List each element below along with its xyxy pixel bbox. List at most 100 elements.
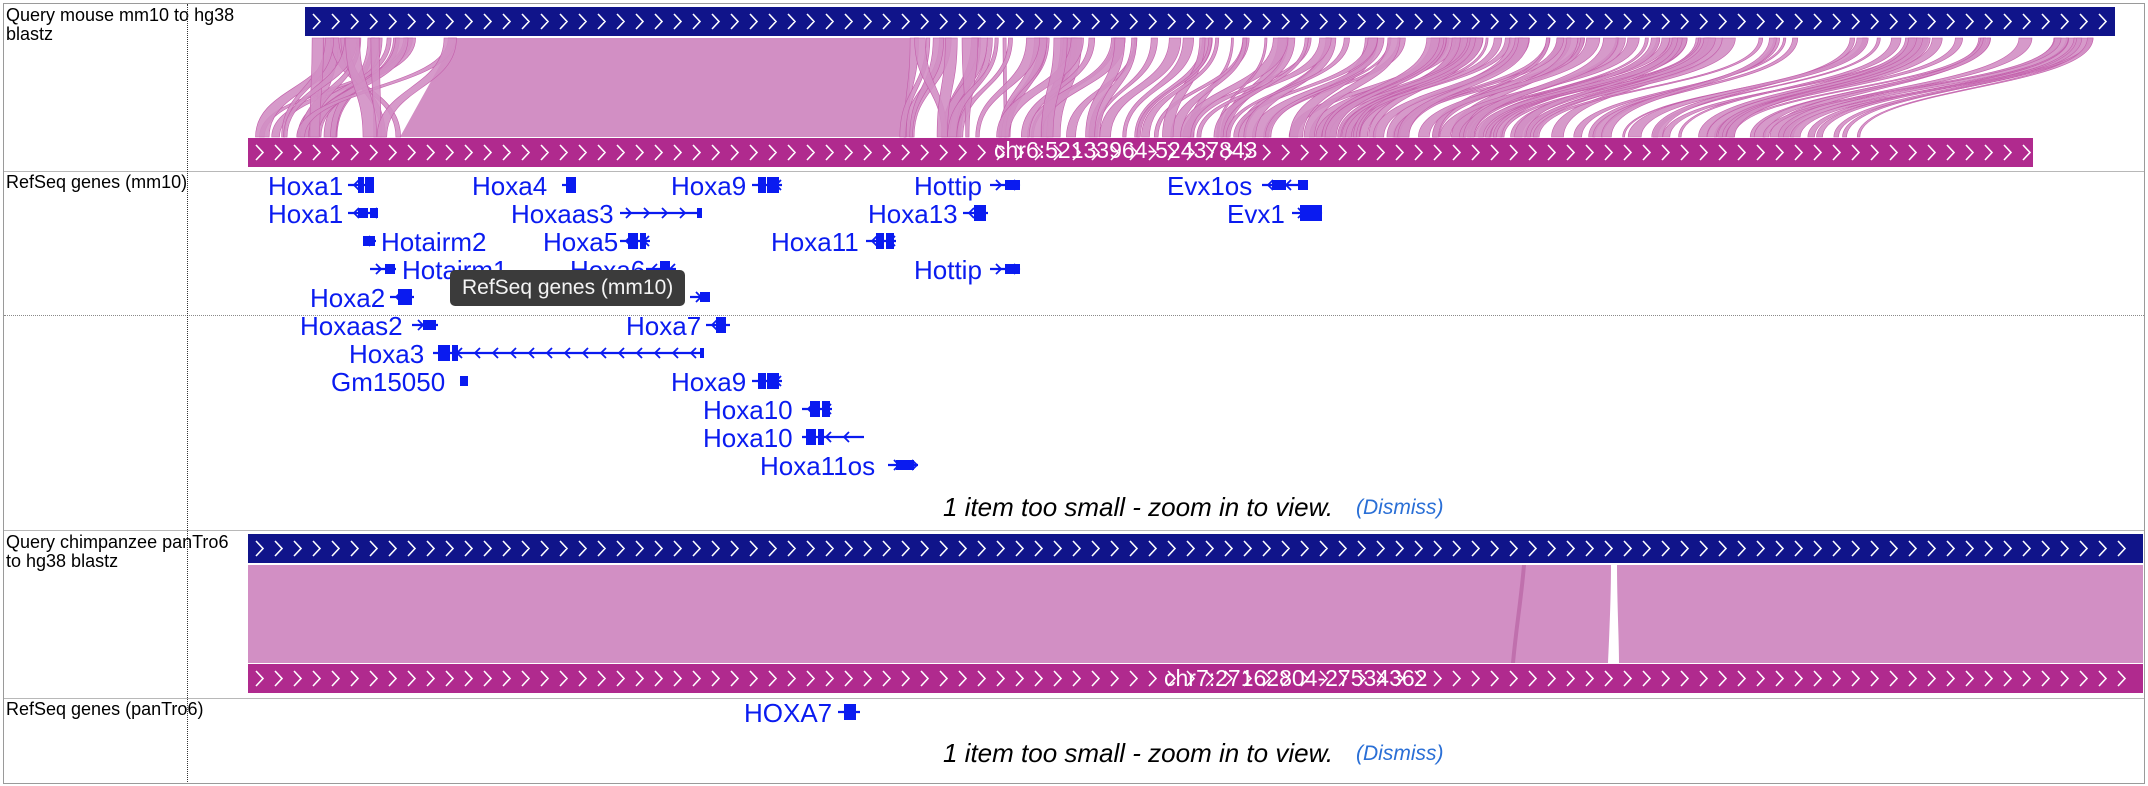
gene-model <box>562 177 576 193</box>
gene-exon <box>700 348 704 358</box>
alignment-block <box>400 38 910 137</box>
gene-model <box>412 319 438 331</box>
gene-exon <box>806 429 816 445</box>
gene-label[interactable]: Hoxa13 <box>868 201 958 227</box>
gene-exon <box>1005 180 1020 190</box>
gene-exon <box>358 208 368 218</box>
gene-label[interactable]: Hoxa10 <box>703 397 793 423</box>
gene-exon <box>767 373 779 389</box>
gene-label[interactable]: Evx1os <box>1167 173 1252 199</box>
gene-exon <box>438 345 450 361</box>
gene-exon <box>452 345 458 361</box>
gene-exon <box>1272 180 1286 190</box>
gene-model <box>706 317 730 333</box>
gene-label[interactable]: Hoxa5 <box>543 229 618 255</box>
gene-exon <box>566 177 576 193</box>
gene-exon <box>697 208 702 218</box>
gene-exon <box>700 292 710 302</box>
gene-exon <box>385 264 395 274</box>
gene-model <box>363 235 376 247</box>
gene-exon <box>423 320 436 330</box>
gene-exon <box>460 376 468 386</box>
gene-model <box>348 177 374 193</box>
gene-label[interactable]: Hottip <box>914 173 982 199</box>
gene-model <box>802 429 864 445</box>
query-chain-bar-mm10-fill <box>305 7 2115 36</box>
gene-label[interactable]: Hoxa4 <box>472 173 547 199</box>
gene-model <box>460 376 468 386</box>
gene-exon <box>810 401 820 417</box>
gene-model <box>620 207 702 219</box>
gene-exon <box>716 317 726 333</box>
gene-exon <box>758 177 766 193</box>
gene-exon <box>767 177 779 193</box>
target-region-pantro6: chr7:27162804-27534362 <box>1164 665 1428 691</box>
gene-model <box>620 233 650 249</box>
gene-label[interactable]: Hoxa7 <box>626 313 701 339</box>
gene-label[interactable]: Hoxa9 <box>671 173 746 199</box>
gene-label[interactable]: Hottip <box>914 257 982 283</box>
gene-exon <box>1314 205 1322 221</box>
gene-exon <box>974 205 986 221</box>
gene-exon <box>640 233 646 249</box>
gene-model <box>888 459 919 471</box>
gene-exon <box>358 177 364 193</box>
gene-model <box>963 205 988 221</box>
gene-exon <box>1298 180 1308 190</box>
gene-exon <box>363 236 375 246</box>
gene-label[interactable]: Hoxa10 <box>703 425 793 451</box>
gene-model <box>802 401 832 417</box>
gene-model <box>433 345 704 361</box>
gene-exon <box>408 289 412 305</box>
gene-label[interactable]: Hoxa9 <box>671 369 746 395</box>
gene-model <box>990 179 1021 191</box>
gene-model <box>866 233 896 249</box>
gene-exon <box>758 373 766 389</box>
gene-model <box>752 177 782 193</box>
gene-model <box>690 291 710 303</box>
too-small-message: 1 item too small - zoom in to view. <box>943 492 1334 522</box>
gene-model <box>370 263 396 275</box>
track-tooltip: RefSeq genes (mm10) <box>450 270 686 306</box>
gene-label[interactable]: Hotairm2 <box>381 229 486 255</box>
gene-label[interactable]: Hoxa11os <box>760 453 875 479</box>
genome-browser-image[interactable]: Query mouse mm10 to hg38 blastz RefSeq g… <box>0 0 2148 786</box>
track-graphics[interactable] <box>0 0 2148 786</box>
gene-exon <box>398 289 408 305</box>
gene-exon <box>628 233 638 249</box>
dismiss-link[interactable]: (Dismiss) <box>1356 742 1443 766</box>
gene-model <box>390 289 414 305</box>
gene-exon <box>1005 264 1020 274</box>
gene-label[interactable]: Gm15050 <box>331 369 445 395</box>
gene-exon <box>822 401 830 417</box>
gene-exon <box>844 704 856 720</box>
gene-exon <box>886 233 894 249</box>
query-chain-bar-pantro6 <box>248 534 2143 563</box>
alignment-ribbons-mm10 <box>255 37 2094 138</box>
gene-label[interactable]: Hoxa3 <box>349 341 424 367</box>
gene-model <box>1262 179 1308 191</box>
query-chain-bar-mm10 <box>305 7 2115 36</box>
gene-label[interactable]: Hoxa1 <box>268 201 343 227</box>
gene-label[interactable]: Hoxa11 <box>771 229 859 255</box>
too-small-message: 1 item too small - zoom in to view. <box>943 738 1334 768</box>
gene-label[interactable]: Hoxa2 <box>310 285 385 311</box>
gene-exon <box>365 177 374 193</box>
gene-label[interactable]: HOXA7 <box>744 700 832 726</box>
gene-label[interactable]: Evx1 <box>1227 201 1285 227</box>
dismiss-link[interactable]: (Dismiss) <box>1356 496 1443 520</box>
gene-model <box>1292 205 1323 221</box>
gene-model <box>348 207 378 219</box>
gene-exon <box>876 233 884 249</box>
gene-label[interactable]: Hoxaas2 <box>300 313 403 339</box>
gene-exon <box>370 208 378 218</box>
alignment-block-pantro6 <box>248 565 2143 663</box>
gene-exon <box>1300 205 1314 221</box>
gene-exon <box>896 460 914 470</box>
gene-model <box>990 263 1021 275</box>
gene-label[interactable]: Hoxaas3 <box>511 201 614 227</box>
gene-model <box>838 704 860 720</box>
gene-label[interactable]: Hoxa1 <box>268 173 343 199</box>
cursor-guide-line <box>187 4 188 782</box>
gene-model <box>752 373 782 389</box>
